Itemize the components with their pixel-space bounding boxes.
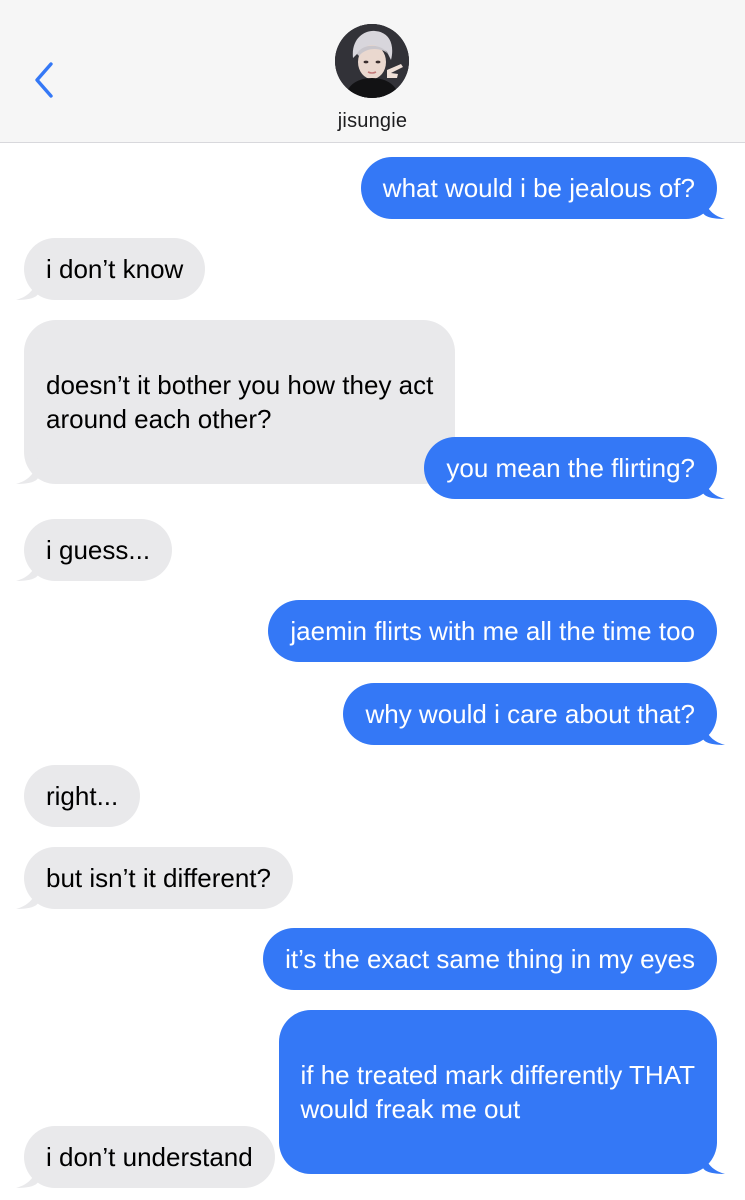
conversation-header: jisungie <box>0 0 745 143</box>
message-text: why would i care about that? <box>365 699 695 729</box>
chevron-left-icon <box>35 62 53 98</box>
message-bubble-received[interactable]: i don’t know <box>16 238 206 300</box>
bubble-tail-icon <box>16 458 38 484</box>
bubble-tail-icon <box>16 883 38 909</box>
bubble-tail-icon <box>703 719 725 745</box>
bubble-tail-icon <box>16 274 38 300</box>
message-text: right... <box>46 781 119 811</box>
message-bubble-received[interactable]: doesn’t it bother you how they act aroun… <box>16 320 456 484</box>
message-bubble-sent[interactable]: it’s the exact same thing in my eyes <box>263 928 717 990</box>
back-button[interactable] <box>24 54 64 106</box>
message-text: i don’t know <box>46 254 184 284</box>
message-thread: what would i be jealous of? i don’t know… <box>0 143 745 1200</box>
message-text: jaemin flirts with me all the time too <box>290 616 695 646</box>
message-bubble-sent[interactable]: why would i care about that? <box>343 683 725 745</box>
bubble-tail-icon <box>703 473 725 499</box>
message-bubble-sent[interactable]: what would i be jealous of? <box>360 157 725 219</box>
message-bubble-sent[interactable]: jaemin flirts with me all the time too <box>268 600 717 662</box>
bubble-tail-icon <box>16 1162 38 1188</box>
contact-avatar-image <box>335 24 409 98</box>
message-text: if he treated mark differently THAT woul… <box>300 1060 696 1124</box>
message-text: i guess... <box>46 535 151 565</box>
message-bubble-received[interactable]: i don’t understand <box>16 1126 275 1188</box>
message-text: doesn’t it bother you how they act aroun… <box>46 370 434 434</box>
message-text: what would i be jealous of? <box>382 173 695 203</box>
message-bubble-sent[interactable]: if he treated mark differently THAT woul… <box>278 1010 725 1174</box>
message-bubble-received[interactable]: but isn’t it different? <box>16 847 293 909</box>
message-text: you mean the flirting? <box>446 453 695 483</box>
message-bubble-received[interactable]: i guess... <box>16 519 173 581</box>
message-bubble-received[interactable]: right... <box>24 765 141 827</box>
avatar[interactable] <box>335 24 409 98</box>
message-text: but isn’t it different? <box>46 863 271 893</box>
message-text: it’s the exact same thing in my eyes <box>285 944 695 974</box>
message-text: i don’t understand <box>46 1142 253 1172</box>
bubble-tail-icon <box>703 1148 725 1174</box>
contact-name[interactable]: jisungie <box>0 110 745 133</box>
message-bubble-sent[interactable]: you mean the flirting? <box>424 437 725 499</box>
bubble-tail-icon <box>16 555 38 581</box>
bubble-tail-icon <box>703 193 725 219</box>
